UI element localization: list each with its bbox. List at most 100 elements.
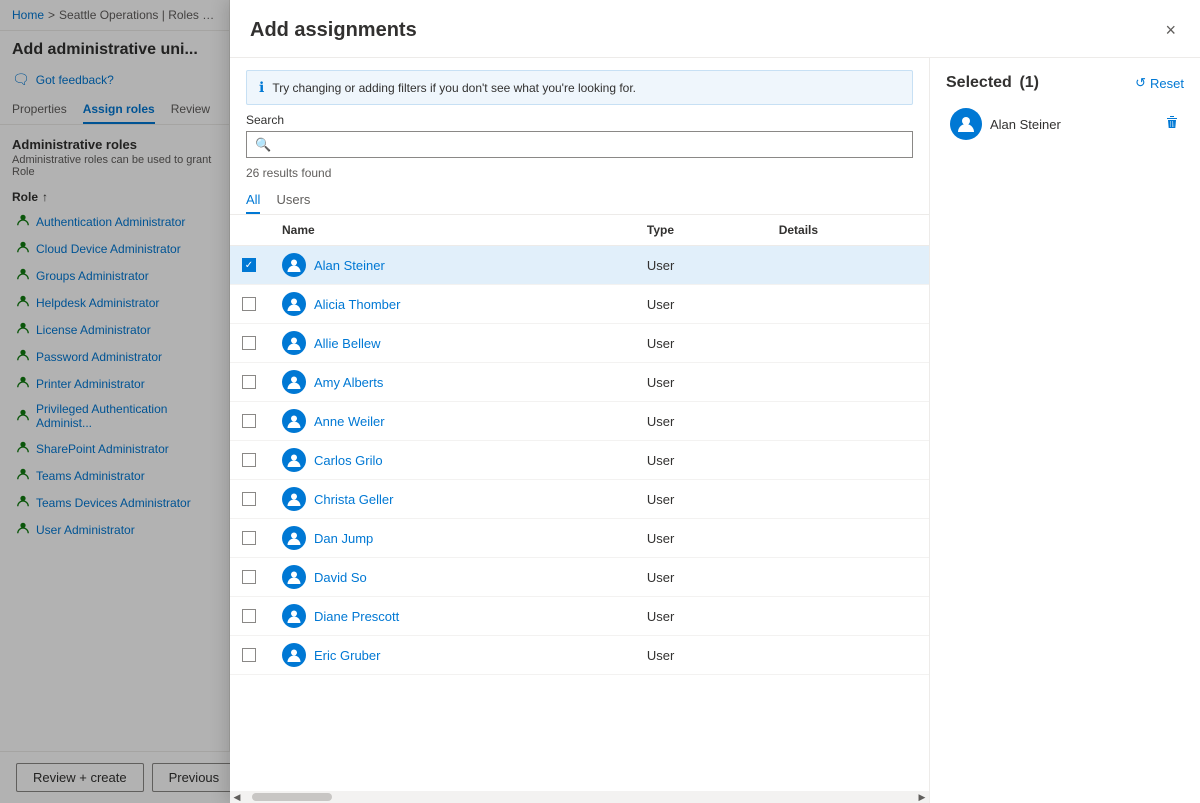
delete-selected-button[interactable]: [1164, 114, 1180, 135]
reset-button[interactable]: ↺ Reset: [1135, 75, 1184, 91]
filter-tab-all[interactable]: All: [246, 186, 260, 214]
filter-tabs: All Users: [230, 186, 929, 215]
details-cell: [767, 519, 929, 558]
search-label: Search: [246, 113, 913, 127]
add-assignments-modal: Add assignments × ℹ Try changing or addi…: [230, 0, 1200, 803]
search-section: Search 🔍: [230, 113, 929, 162]
name-cell: Allie Bellew: [270, 324, 635, 363]
search-input[interactable]: [247, 132, 912, 157]
name-cell: Amy Alberts: [270, 363, 635, 402]
checkbox-cell[interactable]: [230, 597, 270, 636]
user-avatar: [282, 409, 306, 433]
modal-header: Add assignments ×: [230, 0, 1200, 58]
row-checkbox[interactable]: [242, 336, 256, 350]
user-name: Eric Gruber: [314, 648, 380, 663]
name-cell: Alicia Thomber: [270, 285, 635, 324]
user-name: Anne Weiler: [314, 414, 385, 429]
modal-close-button[interactable]: ×: [1161, 16, 1180, 45]
details-cell: [767, 363, 929, 402]
selected-item-name: Alan Steiner: [990, 117, 1156, 132]
row-checkbox[interactable]: [242, 297, 256, 311]
checkbox-cell[interactable]: [230, 480, 270, 519]
col-details: Details: [767, 215, 929, 246]
details-cell: [767, 636, 929, 675]
checkbox-cell[interactable]: ✓: [230, 246, 270, 285]
checkbox-cell[interactable]: [230, 519, 270, 558]
page-container: Home > Seattle Operations | Roles and...…: [0, 0, 1200, 803]
details-cell: [767, 402, 929, 441]
details-cell: [767, 441, 929, 480]
user-name: David So: [314, 570, 367, 585]
table-row: Christa Geller User: [230, 480, 929, 519]
filter-tab-users[interactable]: Users: [276, 186, 310, 214]
table-row: Eric Gruber User: [230, 636, 929, 675]
modal-title: Add assignments: [250, 19, 417, 42]
row-checkbox[interactable]: [242, 492, 256, 506]
table-row: Carlos Grilo User: [230, 441, 929, 480]
h-scroll-thumb[interactable]: [252, 793, 332, 801]
user-name: Alicia Thomber: [314, 297, 400, 312]
details-cell: [767, 558, 929, 597]
type-cell: User: [635, 324, 767, 363]
scroll-right-arrow[interactable]: ▶: [915, 791, 929, 803]
avatar: [950, 108, 982, 140]
table-row: Diane Prescott User: [230, 597, 929, 636]
reset-label: Reset: [1150, 76, 1184, 91]
user-avatar: [282, 526, 306, 550]
user-avatar: [282, 487, 306, 511]
modal-left-panel: ℹ Try changing or adding filters if you …: [230, 58, 930, 803]
type-cell: User: [635, 285, 767, 324]
table-row: Amy Alberts User: [230, 363, 929, 402]
name-cell: Diane Prescott: [270, 597, 635, 636]
selected-title: Selected (1): [946, 74, 1039, 92]
info-banner: ℹ Try changing or adding filters if you …: [246, 70, 913, 105]
info-icon: ℹ: [259, 79, 264, 96]
row-checkbox[interactable]: ✓: [242, 258, 256, 272]
details-cell: [767, 597, 929, 636]
checkbox-cell[interactable]: [230, 285, 270, 324]
table-row: Alicia Thomber User: [230, 285, 929, 324]
search-input-wrap: 🔍: [246, 131, 913, 158]
row-checkbox[interactable]: [242, 648, 256, 662]
reset-icon: ↺: [1135, 75, 1146, 91]
user-avatar: [282, 331, 306, 355]
row-checkbox[interactable]: [242, 570, 256, 584]
type-cell: User: [635, 246, 767, 285]
table-row: ✓ Alan Steiner User: [230, 246, 929, 285]
checkbox-cell[interactable]: [230, 402, 270, 441]
type-cell: User: [635, 363, 767, 402]
user-name: Carlos Grilo: [314, 453, 383, 468]
table-row: Anne Weiler User: [230, 402, 929, 441]
assignments-table: Name Type Details ✓ Alan Steiner User: [230, 215, 929, 675]
details-cell: [767, 285, 929, 324]
type-cell: User: [635, 480, 767, 519]
user-name: Amy Alberts: [314, 375, 383, 390]
row-checkbox[interactable]: [242, 609, 256, 623]
modal-body: ℹ Try changing or adding filters if you …: [230, 58, 1200, 803]
table-row: Dan Jump User: [230, 519, 929, 558]
name-cell: Eric Gruber: [270, 636, 635, 675]
row-checkbox[interactable]: [242, 375, 256, 389]
scroll-left-arrow[interactable]: ◀: [230, 791, 244, 803]
checkbox-cell[interactable]: [230, 636, 270, 675]
row-checkbox[interactable]: [242, 414, 256, 428]
selected-header: Selected (1) ↺ Reset: [946, 74, 1184, 92]
row-checkbox[interactable]: [242, 453, 256, 467]
checkbox-cell[interactable]: [230, 441, 270, 480]
info-text: Try changing or adding filters if you do…: [272, 81, 636, 95]
name-cell: Alan Steiner: [270, 246, 635, 285]
col-checkbox: [230, 215, 270, 246]
row-checkbox[interactable]: [242, 531, 256, 545]
user-name: Christa Geller: [314, 492, 393, 507]
type-cell: User: [635, 441, 767, 480]
checkbox-cell[interactable]: [230, 324, 270, 363]
horizontal-scrollbar[interactable]: ◀ ▶: [230, 791, 929, 803]
selected-item: Alan Steiner: [946, 100, 1184, 148]
selected-panel: Selected (1) ↺ Reset Alan: [930, 58, 1200, 803]
user-avatar: [282, 565, 306, 589]
checkbox-cell[interactable]: [230, 363, 270, 402]
user-name: Alan Steiner: [314, 258, 385, 273]
user-name: Allie Bellew: [314, 336, 380, 351]
results-count: 26 results found: [230, 162, 929, 186]
checkbox-cell[interactable]: [230, 558, 270, 597]
